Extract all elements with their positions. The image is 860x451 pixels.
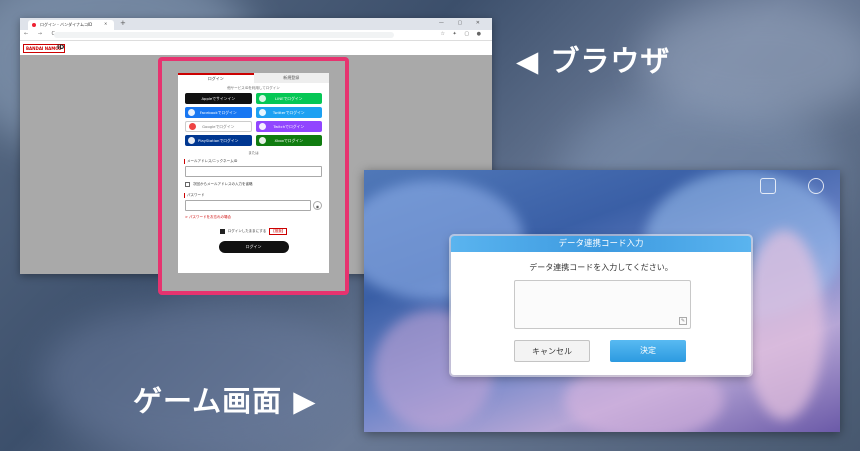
twitch-login-label: Twitchでログイン bbox=[273, 124, 305, 129]
confirm-button[interactable]: 決定 bbox=[610, 340, 686, 362]
brand-id: ID bbox=[57, 44, 65, 51]
data-link-dialog: データ連携コード入力 データ連携コードを入力してください。 ✎ キャンセル 決定 bbox=[451, 236, 751, 375]
link-code-input[interactable]: ✎ bbox=[514, 280, 691, 329]
playstation-login-button[interactable]: PlayStationでログイン bbox=[185, 135, 252, 146]
game-screen: データ連携コード入力 データ連携コードを入力してください。 ✎ キャンセル 決定 bbox=[364, 170, 840, 432]
email-field[interactable] bbox=[185, 166, 322, 177]
highlight-frame: ログイン 新規登録 他サービスIDを利用してログイン Appleでサインイン L… bbox=[158, 57, 349, 295]
twitter-login-button[interactable]: Twitterでログイン bbox=[255, 107, 322, 118]
cancel-button[interactable]: キャンセル bbox=[514, 340, 590, 362]
bg-blur-blob bbox=[40, 300, 360, 451]
eye-icon[interactable]: ◉ bbox=[313, 201, 322, 210]
dialog-title: データ連携コード入力 bbox=[451, 236, 751, 252]
keep-logged-in-row[interactable]: ログインしたままにする 【推奨】 bbox=[178, 228, 329, 235]
browser-label: ◀ ブラウザ bbox=[516, 44, 671, 78]
social-login-grid: Appleでサインイン LINEでログイン Facebookでログイン Twit… bbox=[178, 93, 329, 146]
keep-logged-in-label: ログインしたままにする bbox=[227, 229, 267, 233]
google-login-label: Googleでログイン bbox=[202, 124, 235, 129]
recommended-badge: 【推奨】 bbox=[269, 228, 288, 235]
facebook-login-label: Facebookでログイン bbox=[199, 110, 237, 115]
new-tab-button[interactable]: + bbox=[120, 19, 126, 27]
tab-login[interactable]: ログイン bbox=[178, 73, 254, 83]
forgot-password-link[interactable]: > パスワードをお忘れの場合 bbox=[178, 215, 329, 220]
login-tabs: ログイン 新規登録 bbox=[178, 73, 329, 83]
twitch-icon bbox=[258, 123, 266, 130]
email-label: メールアドレス/ニックネームID bbox=[184, 159, 329, 164]
facebook-icon bbox=[188, 109, 195, 116]
keep-logged-in-checkbox[interactable] bbox=[219, 229, 225, 234]
login-form: ログイン 新規登録 他サービスIDを利用してログイン Appleでサインイン L… bbox=[178, 73, 329, 273]
apple-login-label: Appleでサインイン bbox=[201, 96, 236, 101]
game-character bbox=[744, 230, 824, 420]
address-bar[interactable] bbox=[54, 32, 394, 38]
tab-close-icon[interactable]: ✕ bbox=[104, 21, 107, 26]
xbox-login-label: Xboxでログイン bbox=[274, 138, 303, 143]
favicon-icon bbox=[32, 23, 36, 27]
playstation-login-label: PlayStationでログイン bbox=[198, 138, 239, 143]
line-login-button[interactable]: LINEでログイン bbox=[255, 93, 322, 104]
password-field[interactable] bbox=[185, 200, 311, 211]
or-divider: または bbox=[248, 151, 259, 155]
twitter-login-label: Twitterでログイン bbox=[272, 110, 305, 115]
line-icon bbox=[258, 95, 266, 102]
dialog-message: データ連携コードを入力してください。 bbox=[529, 263, 673, 272]
tab-register[interactable]: 新規登録 bbox=[253, 73, 329, 83]
twitter-icon bbox=[258, 109, 266, 116]
xbox-login-button[interactable]: Xboxでログイン bbox=[255, 135, 322, 146]
page-header: BANDAI NAMCO ID bbox=[20, 41, 492, 55]
playstation-icon bbox=[188, 137, 195, 144]
skip-email-checkbox[interactable] bbox=[185, 182, 190, 187]
browser-toolbar: ← → C ⌂ ☆ ✦ ▢ ● bbox=[20, 30, 492, 41]
extension-icons[interactable]: ☆ ✦ ▢ ● bbox=[440, 31, 484, 37]
password-label: パスワード bbox=[184, 193, 329, 198]
xbox-icon bbox=[258, 137, 266, 144]
google-icon bbox=[189, 123, 196, 130]
line-login-label: LINEでログイン bbox=[275, 96, 303, 101]
game-screen-label: ゲーム画面 ▶ bbox=[133, 384, 317, 418]
social-login-note: 他サービスIDを利用してログイン bbox=[227, 86, 280, 90]
password-row: ◉ bbox=[185, 200, 322, 211]
skip-email-checkbox-row[interactable]: 次回からメールアドレスの入力を省略 bbox=[178, 182, 329, 187]
browser-tab-title: ログイン - バンダイナムコID bbox=[40, 22, 93, 27]
skip-email-label: 次回からメールアドレスの入力を省略 bbox=[193, 182, 253, 186]
login-button[interactable]: ログイン bbox=[218, 241, 289, 253]
apple-login-button[interactable]: Appleでサインイン bbox=[185, 93, 252, 104]
edit-icon: ✎ bbox=[679, 317, 687, 325]
game-hud-icon bbox=[760, 178, 776, 194]
window-controls[interactable]: — ▢ ✕ bbox=[439, 20, 486, 26]
facebook-login-button[interactable]: Facebookでログイン bbox=[185, 107, 252, 118]
browser-tab[interactable]: ログイン - バンダイナムコID bbox=[28, 20, 114, 30]
google-login-button[interactable]: Googleでログイン bbox=[185, 121, 252, 132]
browser-tab-bar: ログイン - バンダイナムコID ✕ + — ▢ ✕ bbox=[20, 18, 492, 30]
game-menu-icon[interactable] bbox=[808, 178, 824, 194]
twitch-login-button[interactable]: Twitchでログイン bbox=[255, 121, 322, 132]
